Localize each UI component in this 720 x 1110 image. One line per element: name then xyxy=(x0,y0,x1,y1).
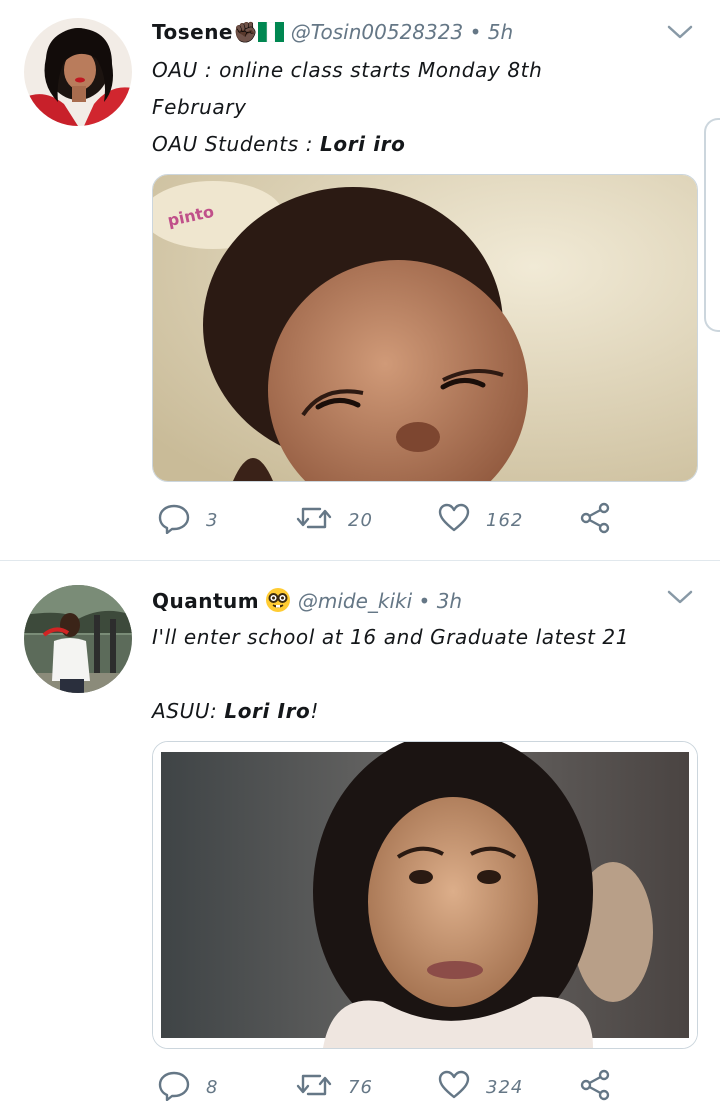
chevron-down-icon[interactable] xyxy=(666,587,694,607)
scrollbar-edge[interactable] xyxy=(704,118,720,332)
display-name[interactable]: Tosene✊🏿 xyxy=(152,20,258,44)
retweet-icon xyxy=(296,502,332,538)
timestamp[interactable]: 3h xyxy=(437,589,462,613)
heart-icon xyxy=(438,502,470,538)
tweet[interactable]: Tosene✊🏿 @Tosin00528323 • 5h OAU : onlin… xyxy=(0,0,720,560)
tweet-image[interactable] xyxy=(152,741,698,1049)
tweet-text-bold: Lori iro xyxy=(320,132,406,156)
chevron-down-icon[interactable] xyxy=(666,22,694,42)
avatar[interactable] xyxy=(24,585,132,693)
tweet-text-line: OAU : online class starts Monday 8th xyxy=(152,58,543,82)
avatar[interactable] xyxy=(24,18,132,126)
tweet-text-prefix: ASUU: xyxy=(152,699,225,723)
retweet-icon xyxy=(296,1069,332,1105)
tweet[interactable]: Quantum @mide_kiki • 3h I'll enter schoo… xyxy=(0,561,720,1110)
heart-icon xyxy=(438,1069,470,1105)
reply-icon xyxy=(158,1069,190,1105)
tweet-text-line: ASUU: Lori Iro! xyxy=(152,699,319,723)
retweet-count: 20 xyxy=(348,509,373,531)
retweet-button[interactable]: 20 xyxy=(296,504,373,536)
tweet-image[interactable]: pinto xyxy=(152,174,698,482)
share-icon xyxy=(580,502,612,538)
tweet-text-line: OAU Students : Lori iro xyxy=(152,132,405,156)
dot-separator: • xyxy=(469,20,482,44)
tweet-text-line: February xyxy=(152,95,247,119)
nerd-face-emoji-icon xyxy=(265,587,291,618)
tweet-text-bold: Lori Iro xyxy=(224,699,311,723)
share-button[interactable] xyxy=(580,1069,612,1105)
like-count: 324 xyxy=(486,1076,524,1098)
tweet-text-line: I'll enter school at 16 and Graduate lat… xyxy=(152,625,630,649)
like-button[interactable]: 324 xyxy=(438,1069,524,1105)
retweet-count: 76 xyxy=(348,1076,373,1098)
username[interactable]: @Tosin00528323 xyxy=(291,20,463,44)
reply-count: 8 xyxy=(206,1076,219,1098)
dot-separator: • xyxy=(418,589,431,613)
timestamp[interactable]: 5h xyxy=(488,20,513,44)
reply-count: 3 xyxy=(206,509,219,531)
reply-icon xyxy=(158,502,190,538)
share-icon xyxy=(580,1069,612,1105)
display-name[interactable]: Quantum xyxy=(152,589,259,613)
reply-button[interactable]: 3 xyxy=(158,504,218,536)
tweet-text-prefix: OAU Students : xyxy=(152,132,321,156)
retweet-button[interactable]: 76 xyxy=(296,1071,373,1103)
tweet-header: Tosene✊🏿 @Tosin00528323 • 5h xyxy=(152,20,513,47)
tweet-text-suffix: ! xyxy=(310,699,319,723)
share-button[interactable] xyxy=(580,502,612,538)
username[interactable]: @mide_kiki xyxy=(298,589,412,613)
like-count: 162 xyxy=(486,509,524,531)
nigeria-flag-icon xyxy=(258,21,285,47)
reply-button[interactable]: 8 xyxy=(158,1071,218,1103)
tweet-header: Quantum @mide_kiki • 3h xyxy=(152,587,462,618)
like-button[interactable]: 162 xyxy=(438,502,524,538)
